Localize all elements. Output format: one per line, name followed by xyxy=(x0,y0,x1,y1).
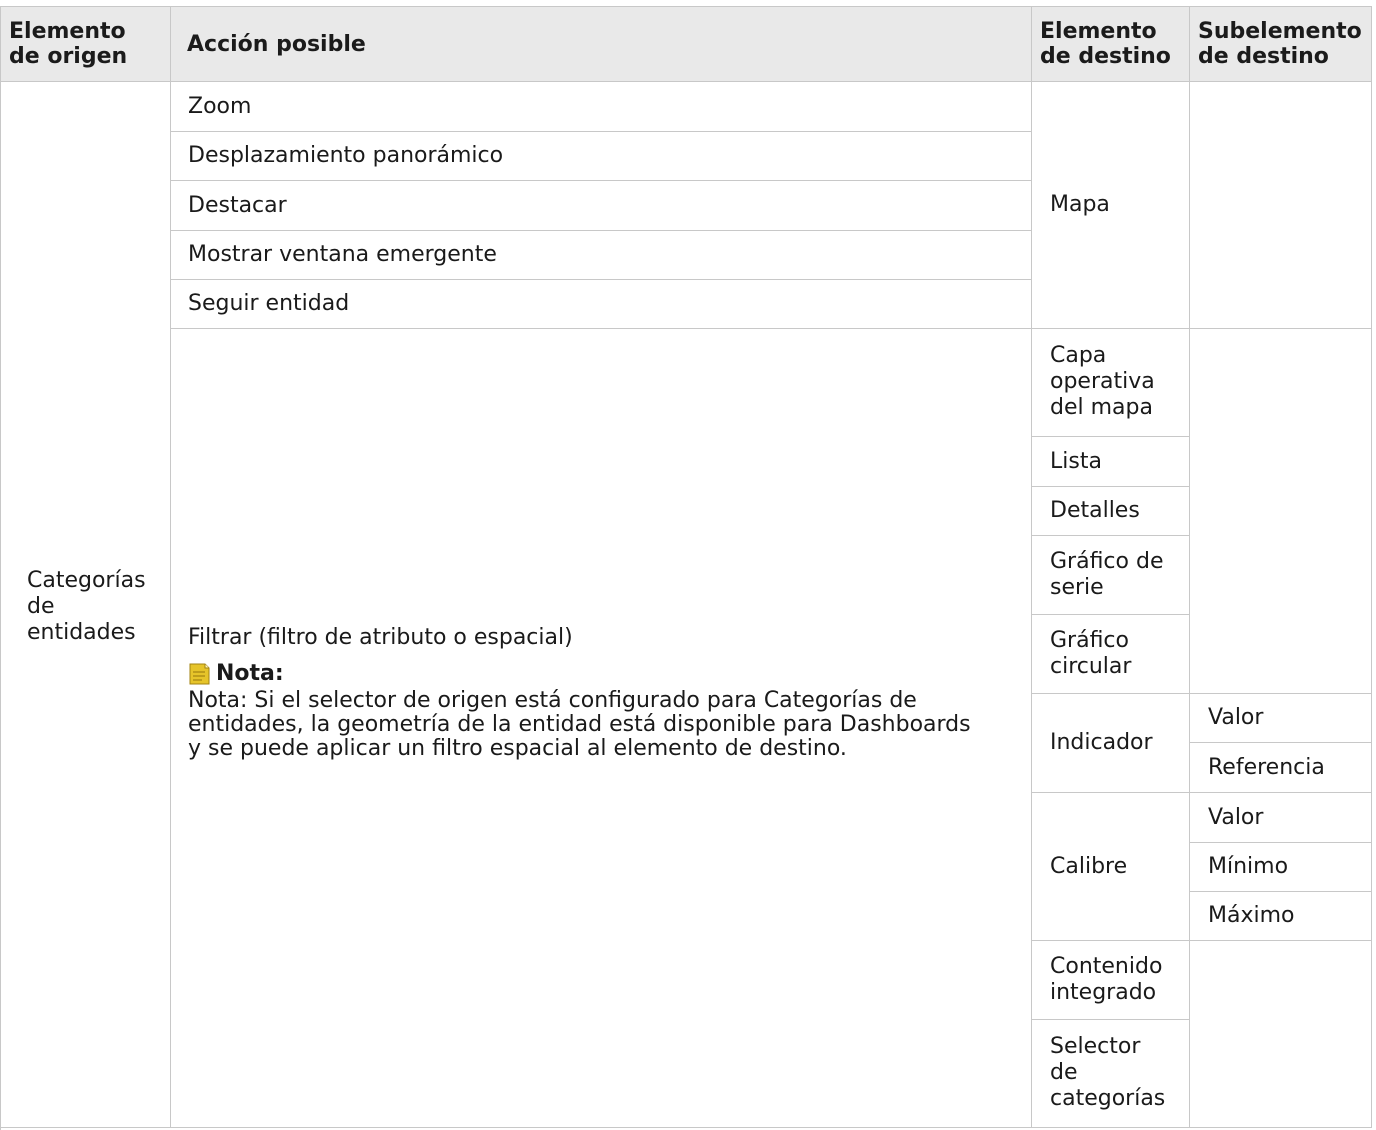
destination-list: Lista xyxy=(1032,437,1190,487)
origin-element-cell: Categorías de entidades xyxy=(1,82,171,1128)
note-icon xyxy=(188,662,212,686)
subelement-indicator-value: Valor xyxy=(1190,694,1372,743)
destination-serial-chart: Gráfico de serie xyxy=(1032,536,1190,615)
subelement-gauge-value: Valor xyxy=(1190,793,1372,843)
destination-pie-chart: Gráfico circular xyxy=(1032,615,1190,694)
note-heading: Nota: xyxy=(188,661,284,687)
header-destination: Elemento de destino xyxy=(1032,7,1190,82)
note-text: Nota: Si el selector de origen está conf… xyxy=(188,688,971,761)
destination-details: Detalles xyxy=(1032,487,1190,536)
interaction-table: Elemento de origen Acción posible Elemen… xyxy=(0,6,1372,1130)
header-subelement: Subelemento de destino xyxy=(1190,7,1372,82)
destination-embedded-content: Contenido integrado xyxy=(1032,941,1190,1020)
header-origin: Elemento de origen xyxy=(1,7,171,82)
destination-gauge: Calibre xyxy=(1032,793,1190,941)
destination-category-selector: Selector de categorías xyxy=(1032,1020,1190,1128)
subelement-empty-map xyxy=(1190,82,1372,329)
action-show-popup: Mostrar ventana emergente xyxy=(171,231,1032,280)
subelement-empty-bottom xyxy=(1190,941,1372,1128)
action-zoom: Zoom xyxy=(171,82,1032,132)
subelement-indicator-reference: Referencia xyxy=(1190,743,1372,793)
note-title: Nota: xyxy=(216,661,284,686)
subelement-empty-filter xyxy=(1190,329,1372,694)
action-pan: Desplazamiento panorámico xyxy=(171,132,1032,181)
action-follow-feature: Seguir entidad xyxy=(171,280,1032,329)
subelement-gauge-maximum: Máximo xyxy=(1190,892,1372,941)
header-action: Acción posible xyxy=(171,7,1032,82)
action-filter-cell: Filtrar (filtro de atributo o espacial) … xyxy=(171,329,1032,1128)
destination-indicator: Indicador xyxy=(1032,694,1190,793)
action-filter: Filtrar (filtro de atributo o espacial) xyxy=(188,625,573,650)
destination-map: Mapa xyxy=(1032,82,1190,329)
subelement-gauge-minimum: Mínimo xyxy=(1190,843,1372,892)
action-highlight: Destacar xyxy=(171,181,1032,231)
destination-operational-layer: Capa operativa del mapa xyxy=(1032,329,1190,437)
